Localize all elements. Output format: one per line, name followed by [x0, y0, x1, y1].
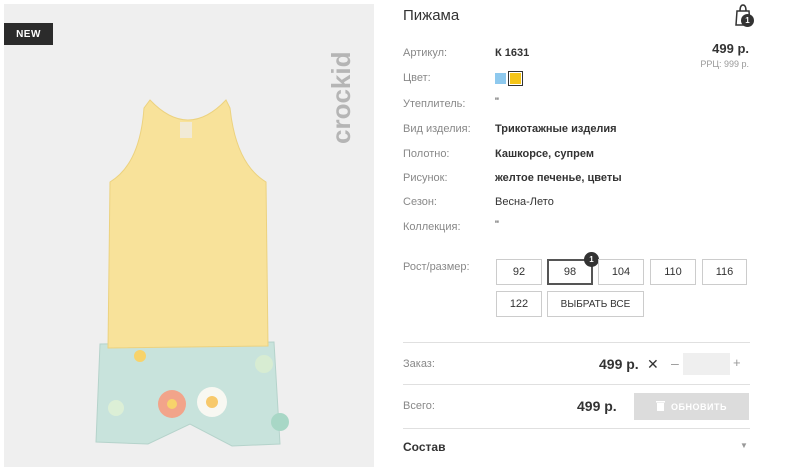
collection-value: ": [495, 219, 499, 231]
order-price: 499 р.: [599, 356, 639, 372]
rrc-price: РРЦ: 999 р.: [700, 59, 749, 69]
total-price: 499 р.: [577, 398, 617, 414]
product-price: 499 р.: [712, 41, 749, 56]
product-type-label: Вид изделия:: [403, 123, 471, 135]
pattern-value: желтое печенье, цветы: [495, 172, 622, 184]
order-label: Заказ:: [403, 358, 435, 370]
article-value: К 1631: [495, 47, 530, 59]
product-type-value: Трикотажные изделия: [495, 123, 617, 135]
divider: [403, 428, 750, 429]
new-badge: NEW: [4, 23, 53, 45]
total-label: Всего:: [403, 400, 435, 412]
article-label: Артикул:: [403, 47, 448, 59]
divider: [403, 384, 750, 385]
color-label: Цвет:: [403, 72, 431, 84]
quantity-input[interactable]: [683, 353, 730, 375]
update-button-label: ОБНОВИТЬ: [671, 401, 727, 412]
pattern-label: Рисунок:: [403, 172, 448, 184]
size-label: Рост/размер:: [403, 261, 470, 273]
product-info: Пижама 1 499 р. РРЦ: 999 р. Артикул: К 1…: [403, 0, 754, 467]
pajama-illustration: [95, 99, 289, 447]
season-label: Сезон:: [403, 196, 437, 208]
cart-count-badge: 1: [741, 14, 754, 27]
remove-icon[interactable]: ✕: [647, 356, 659, 373]
size-option-110[interactable]: 110: [650, 259, 696, 285]
select-all-sizes-button[interactable]: ВЫБРАТЬ ВСЕ: [547, 291, 644, 317]
size-selected-count-badge: 1: [584, 252, 599, 267]
product-photo[interactable]: NEW crockid: [4, 4, 374, 467]
size-option-104[interactable]: 104: [598, 259, 644, 285]
collection-label: Коллекция:: [403, 221, 461, 233]
increase-quantity-button[interactable]: +: [733, 355, 741, 370]
update-cart-button[interactable]: ОБНОВИТЬ: [634, 393, 749, 420]
color-swatch-yellow[interactable]: [508, 71, 523, 86]
decrease-quantity-button[interactable]: –: [671, 355, 679, 371]
color-swatch-blue[interactable]: [495, 73, 506, 84]
size-option-116[interactable]: 116: [702, 259, 747, 285]
size-option-92[interactable]: 92: [496, 259, 542, 285]
product-title: Пижама: [403, 7, 460, 24]
fabric-label: Полотно:: [403, 148, 450, 160]
fabric-value: Кашкорсе, супрем: [495, 148, 594, 160]
insulation-label: Утеплитель:: [403, 98, 466, 110]
chevron-down-icon[interactable]: ▼: [740, 441, 748, 450]
trash-icon: [656, 400, 666, 413]
size-option-122[interactable]: 122: [496, 291, 542, 317]
season-value: Весна-Лето: [495, 196, 554, 208]
composition-header[interactable]: Состав: [403, 440, 445, 454]
divider: [403, 342, 750, 343]
insulation-value: ": [495, 96, 499, 108]
brand-watermark: crockid: [322, 16, 362, 156]
brand-text: crockid: [326, 52, 356, 145]
